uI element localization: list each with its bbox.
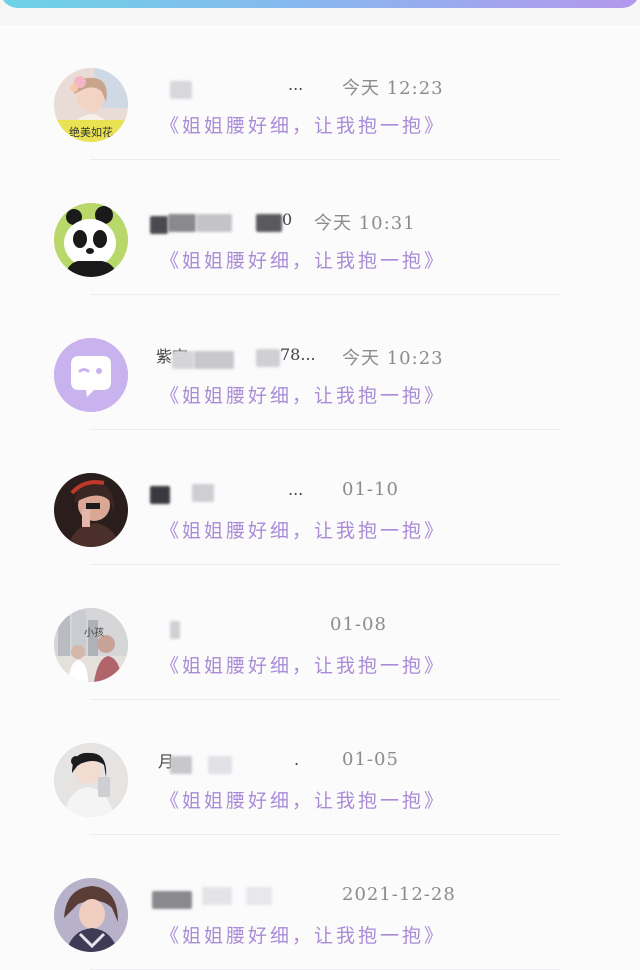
message-time: 01-08 bbox=[330, 614, 387, 635]
message-preview: 《姐姐腰好细，让我抱一抱》 bbox=[160, 250, 447, 272]
avatar[interactable] bbox=[54, 743, 128, 817]
conversation-row[interactable]: ... 01-10 《姐姐腰好细，让我抱一抱》 bbox=[0, 430, 640, 565]
message-time: 今天 12:23 bbox=[342, 78, 444, 99]
svg-text:绝美如花: 绝美如花 bbox=[69, 125, 113, 139]
conversation-list: 绝美如花 ... 今天 12:23 《姐姐腰好细，让我抱一抱》 0 今天 10:… bbox=[0, 25, 640, 970]
contact-name bbox=[150, 885, 330, 909]
message-time: 01-05 bbox=[342, 749, 399, 770]
conversation-row[interactable]: 月 . 01-05 《姐姐腰好细，让我抱一抱》 bbox=[0, 700, 640, 835]
avatar[interactable]: 绝美如花 bbox=[54, 68, 128, 142]
contact-name bbox=[150, 615, 330, 639]
conversation-row[interactable]: 0 今天 10:31 《姐姐腰好细，让我抱一抱》 bbox=[0, 160, 640, 295]
message-time: 今天 10:31 bbox=[314, 213, 416, 234]
message-time: 01-10 bbox=[342, 479, 399, 500]
contact-name: 月 . bbox=[150, 750, 330, 774]
message-preview: 《姐姐腰好细，让我抱一抱》 bbox=[160, 520, 447, 542]
contact-name: ... bbox=[150, 480, 330, 504]
message-preview: 《姐姐腰好细，让我抱一抱》 bbox=[160, 115, 447, 137]
conversation-row[interactable]: 2021-12-28 《姐姐腰好细，让我抱一抱》 bbox=[0, 835, 640, 970]
message-time: 今天 10:23 bbox=[342, 348, 444, 369]
chat-bubble-icon[interactable] bbox=[54, 338, 128, 412]
avatar[interactable]: 小孩 bbox=[54, 608, 128, 682]
message-preview: 《姐姐腰好细，让我抱一抱》 bbox=[160, 385, 447, 407]
avatar[interactable] bbox=[54, 878, 128, 952]
svg-text:小孩: 小孩 bbox=[84, 626, 104, 639]
message-time: 2021-12-28 bbox=[342, 884, 456, 905]
header-gradient-bar bbox=[0, 0, 640, 8]
message-preview: 《姐姐腰好细，让我抱一抱》 bbox=[160, 655, 447, 677]
conversation-row[interactable]: 紫空 78... 今天 10:23 《姐姐腰好细，让我抱一抱》 bbox=[0, 295, 640, 430]
message-preview: 《姐姐腰好细，让我抱一抱》 bbox=[160, 925, 447, 947]
avatar[interactable] bbox=[54, 473, 128, 547]
conversation-row[interactable]: 小孩 01-08 《姐姐腰好细，让我抱一抱》 bbox=[0, 565, 640, 700]
avatar[interactable] bbox=[54, 203, 128, 277]
contact-name: 0 bbox=[150, 210, 330, 234]
conversation-row[interactable]: 绝美如花 ... 今天 12:23 《姐姐腰好细，让我抱一抱》 bbox=[0, 25, 640, 160]
contact-name: ... bbox=[150, 75, 330, 99]
message-preview: 《姐姐腰好细，让我抱一抱》 bbox=[160, 790, 447, 812]
contact-name: 紫空 78... bbox=[150, 345, 330, 369]
